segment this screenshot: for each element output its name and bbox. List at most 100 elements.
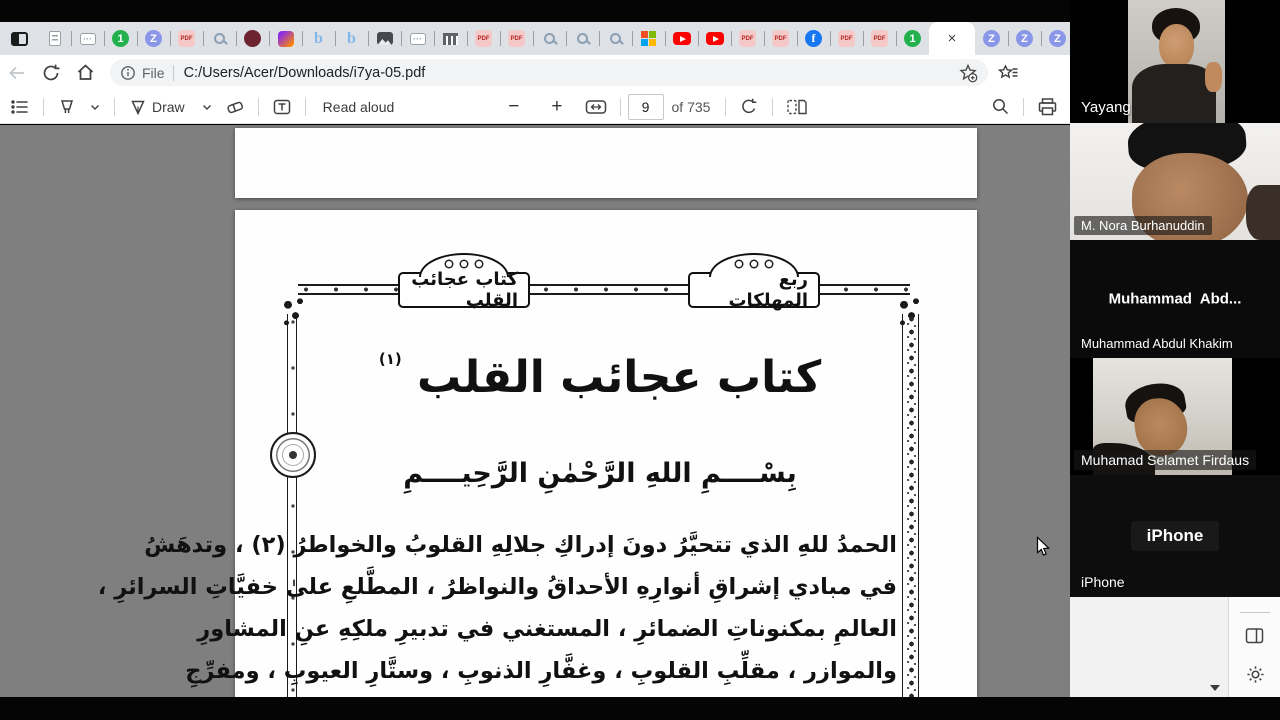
browser-tab[interactable] (533, 22, 566, 55)
favorites-hub-button[interactable] (988, 58, 1028, 88)
browser-tab[interactable]: Z (975, 22, 1008, 55)
header-cartouche-right: ربع المهلكات (688, 269, 820, 311)
browser-tab[interactable] (203, 22, 236, 55)
browser-tab[interactable] (599, 22, 632, 55)
browser-tab[interactable]: PDF (764, 22, 797, 55)
browser-tab[interactable]: Z (1008, 22, 1041, 55)
highlighter-button[interactable] (51, 93, 83, 121)
contents-icon (11, 99, 28, 114)
browser-tab[interactable] (368, 22, 401, 55)
zoom-in-label: + (551, 95, 563, 117)
maroon-favicon-icon (244, 30, 261, 47)
draw-menu-button[interactable] (195, 93, 219, 121)
browser-tab[interactable]: PDF (830, 22, 863, 55)
browser-tab[interactable] (236, 22, 269, 55)
browser-tab[interactable]: b (335, 22, 368, 55)
pdf-favicon-icon: PDF (871, 30, 888, 47)
browser-tab[interactable] (566, 22, 599, 55)
browser-tab[interactable]: PDF (467, 22, 500, 55)
page-total-label: of 735 (671, 98, 711, 115)
browser-tab[interactable]: f (797, 22, 830, 55)
tab-actions-menu-button[interactable] (0, 22, 38, 55)
participant-tile-selamet[interactable]: Muhamad Selamet Firdaus (1070, 358, 1280, 475)
toolbar-divider (114, 97, 115, 116)
refresh-button[interactable] (34, 58, 68, 88)
participant-tile-muhammad-abdul[interactable]: Muhammad Abd... Muhammad Abdul Khakim (1070, 240, 1280, 358)
print-icon (1038, 97, 1057, 115)
read-aloud-label: Read aloud (322, 98, 395, 115)
participant-tile-nora[interactable]: M. Nora Burhanuddin (1070, 123, 1280, 240)
home-icon (77, 64, 93, 80)
pdf-previous-page (235, 128, 977, 198)
chevron-down-icon (202, 104, 211, 110)
pdf-search-button[interactable] (985, 93, 1016, 121)
b-favicon-icon: b (347, 29, 356, 47)
pdf-viewport: كتاب عجائب القلب ربع المهلكات كتاب عجائب… (0, 125, 1070, 697)
refresh-icon (43, 64, 60, 80)
zoom-out-button[interactable]: − (492, 93, 535, 121)
home-button[interactable] (68, 58, 102, 88)
address-field[interactable]: File C:/Users/Acer/Downloads/i7ya-05.pdf (110, 59, 988, 86)
page-view-button[interactable] (780, 93, 814, 121)
browser-tab[interactable] (434, 22, 467, 55)
rotate-button[interactable] (733, 93, 765, 121)
pdf-favicon-icon: PDF (838, 30, 855, 47)
browser-tab[interactable] (38, 22, 71, 55)
eraser-button[interactable] (219, 93, 251, 121)
browser-tab[interactable] (665, 22, 698, 55)
browser-tab[interactable] (698, 22, 731, 55)
zoom-out-label: − (508, 95, 520, 117)
page-view-icon (787, 99, 808, 114)
browser-tab[interactable]: PDF (731, 22, 764, 55)
body-text-line: والموازر ، مقلِّبِ القلوبِ ، وغفَّارِ ال… (185, 658, 897, 684)
browser-tab-strip: ···1ZPDFbb···PDFPDFPDFPDFfPDFPDF1×ZZZZ (0, 22, 1070, 55)
browser-tab[interactable]: PDF (500, 22, 533, 55)
participant-display-name: iPhone (1070, 521, 1280, 551)
browser-address-bar: File C:/Users/Acer/Downloads/i7ya-05.pdf (0, 55, 1070, 90)
z-favicon-icon: Z (1016, 30, 1033, 47)
back-button[interactable] (0, 58, 34, 88)
info-icon[interactable] (120, 65, 136, 81)
active-tab[interactable]: × (929, 22, 975, 55)
fit-width-button[interactable] (579, 93, 613, 121)
screen: ···1ZPDFbb···PDFPDFPDFPDFfPDFPDF1×ZZZZ F… (0, 0, 1280, 720)
back-icon (9, 66, 24, 79)
browser-tab[interactable]: Z (1041, 22, 1070, 55)
highlighter-menu-button[interactable] (83, 93, 107, 121)
pen-icon (131, 100, 145, 115)
print-button[interactable] (1031, 93, 1064, 121)
add-favorite-star-icon[interactable] (958, 63, 978, 83)
header-cartouche-right-text: ربع المهلكات (728, 269, 808, 311)
participant-video (1128, 0, 1225, 123)
browser-tab[interactable]: PDF (863, 22, 896, 55)
bottom-black-bar (0, 697, 1280, 720)
add-text-icon (273, 99, 290, 114)
browser-tab[interactable]: 1 (896, 22, 929, 55)
mouse-cursor (1036, 536, 1052, 563)
browser-tab[interactable]: Z (137, 22, 170, 55)
draw-button[interactable]: Draw (122, 93, 195, 121)
page-number-input[interactable] (627, 93, 664, 120)
browser-tab[interactable]: ··· (71, 22, 104, 55)
browser-tab[interactable] (269, 22, 302, 55)
contents-button[interactable] (4, 93, 36, 121)
search-favicon-icon (544, 33, 555, 44)
read-aloud-button[interactable]: Read aloud (313, 93, 405, 121)
browser-tab[interactable]: b (302, 22, 335, 55)
zoom-in-button[interactable]: + (535, 93, 578, 121)
browser-tab[interactable]: PDF (170, 22, 203, 55)
browser-tab[interactable]: 1 (104, 22, 137, 55)
add-text-button[interactable] (266, 93, 298, 121)
toolbar-divider (43, 97, 44, 116)
browser-tab[interactable] (632, 22, 665, 55)
browser-tab[interactable]: ··· (401, 22, 434, 55)
participant-name-label: Muhammad Abdul Khakim (1081, 336, 1233, 351)
tab-favicon-row: ···1ZPDFbb···PDFPDFPDFPDFfPDFPDF1×ZZZZ (38, 22, 1070, 55)
top-black-bar (0, 0, 1070, 22)
participant-display-name-text: iPhone (1130, 521, 1220, 551)
tab-close-icon[interactable]: × (948, 31, 957, 46)
participant-tile-iphone[interactable]: iPhone iPhone (1070, 475, 1280, 597)
facebook-favicon-icon: f (805, 30, 822, 47)
chapter-title: كتاب عجائب القلب (١) (305, 350, 895, 403)
participant-tile-yayang[interactable]: Yayang (1070, 0, 1280, 123)
